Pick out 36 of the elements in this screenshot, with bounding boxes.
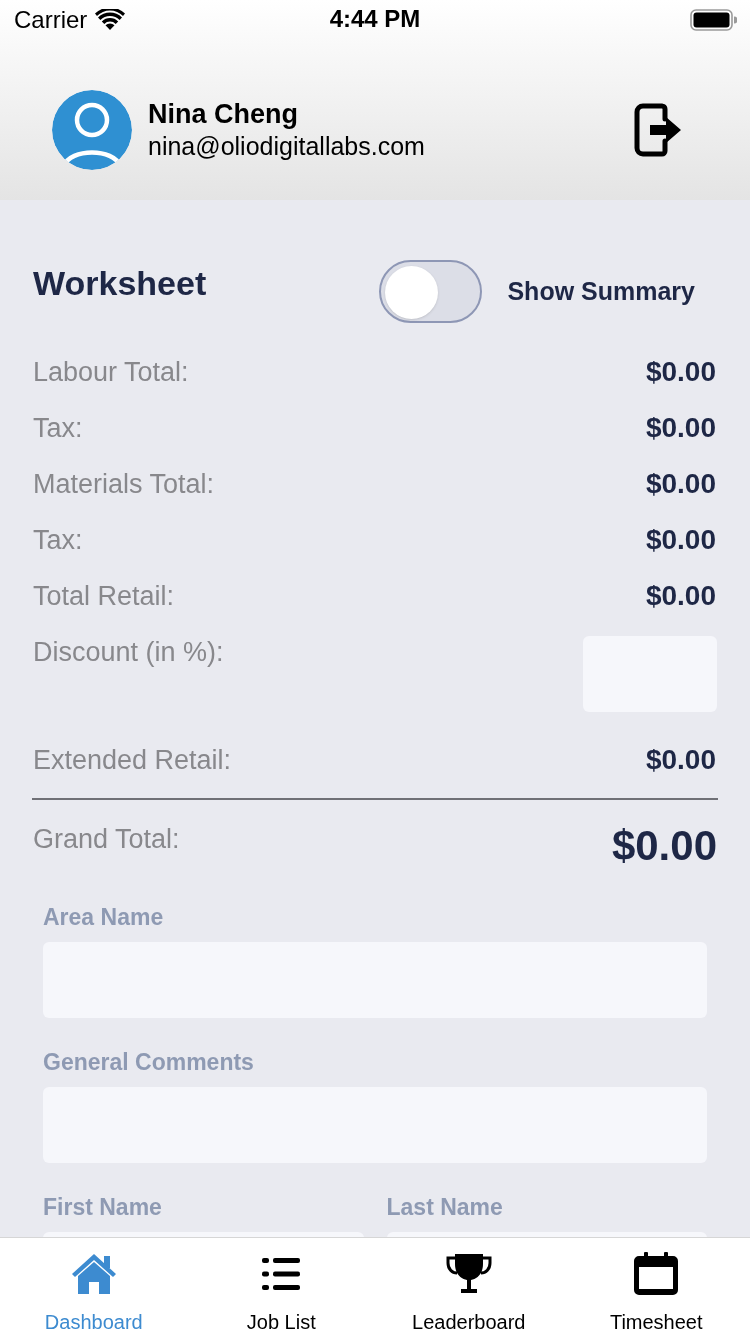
carrier-label: Carrier (14, 8, 88, 32)
row-amount: $0.00 (645, 414, 717, 442)
row-label: Tax: (33, 414, 83, 442)
trophy-icon (445, 1252, 492, 1296)
field-label: Last Name (386, 1194, 504, 1220)
grand-total-amount: $0.00 (611, 822, 717, 870)
tab-bar-item[interactable]: Dashboard (0, 1238, 188, 1334)
field-label: Area Name (43, 904, 165, 930)
row-label: Total Retail: (33, 582, 175, 610)
tab-bar-item[interactable]: Leaderboard (375, 1238, 563, 1334)
wifi-signal-icon (95, 9, 126, 31)
summary-toggle-label: Show Summary (507, 278, 695, 304)
row-amount: $0.00 (645, 582, 717, 610)
logout-icon[interactable] (634, 103, 682, 157)
list-icon (262, 1256, 301, 1292)
worksheet-title: Worksheet (33, 266, 208, 300)
user-email: nina@oliodigitallabs.com (148, 131, 426, 162)
row-amount: $0.00 (645, 470, 717, 498)
field-label: First Name (43, 1194, 163, 1220)
calendar-icon (633, 1252, 680, 1296)
clock-time: 4:44 PM (329, 7, 421, 31)
row-amount: $0.00 (645, 358, 717, 386)
row-label: Tax: (33, 526, 83, 554)
row-label: Labour Total: (33, 358, 189, 386)
user-name: Nina Cheng (148, 98, 299, 130)
row-amount: $0.00 (645, 526, 717, 554)
tab-bar-item[interactable]: Job List (187, 1238, 375, 1334)
row-label: Extended Retail: (33, 746, 232, 774)
grand-total-label: Grand Total: (33, 824, 180, 854)
field-label: General Comments (43, 1049, 255, 1075)
battery-icon (690, 9, 737, 31)
row-amount: $0.00 (645, 746, 717, 774)
tab-bar-item[interactable]: Timesheet (562, 1238, 750, 1334)
avatar-icon (52, 90, 132, 170)
row-label: Materials Total: (33, 470, 215, 498)
row-label: Discount (in %): (33, 636, 224, 668)
